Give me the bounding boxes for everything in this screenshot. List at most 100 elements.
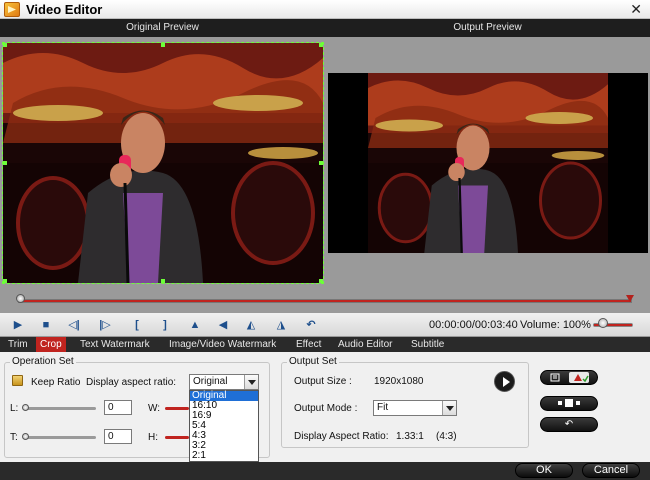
- tab-crop[interactable]: Crop: [36, 337, 66, 352]
- left-input[interactable]: 0: [104, 400, 132, 415]
- crop-handle-top[interactable]: [161, 43, 165, 47]
- center-icon: [558, 399, 580, 407]
- original-preview-label: Original Preview: [126, 22, 199, 33]
- operation-set-title: Operation Set: [10, 356, 76, 367]
- crop-handle-top-left[interactable]: [3, 43, 7, 47]
- output-video-frame: [368, 73, 608, 253]
- output-mode-select[interactable]: Fit: [373, 400, 457, 416]
- crop-handle-right[interactable]: [319, 161, 323, 165]
- top-slider-knob[interactable]: [22, 433, 29, 440]
- width-label: W:: [148, 403, 161, 414]
- timeline-progress: [19, 300, 631, 302]
- display-ratio-label: Display Aspect Ratio:: [294, 431, 389, 442]
- output-mode-value: Fit: [377, 402, 389, 413]
- tab-audio-editor[interactable]: Audio Editor: [334, 337, 396, 352]
- tab-image-video-watermark[interactable]: Image/Video Watermark: [165, 337, 280, 352]
- concert-output-image: [368, 73, 608, 253]
- mark-in-icon: [: [135, 319, 139, 331]
- output-set-title: Output Set: [287, 356, 339, 367]
- keep-ratio-lock-icon[interactable]: [12, 375, 23, 386]
- tab-trim[interactable]: Trim: [4, 337, 32, 352]
- timeline-track[interactable]: [18, 299, 632, 303]
- time-readout: 00:00:00/00:03:40: [429, 319, 518, 331]
- aspect-ratio-dropdown: Original 16:10 16:9 5:4 4:3 3:2 2:1: [189, 390, 259, 462]
- flip-vertical-button[interactable]: ▲: [186, 316, 204, 334]
- display-ratio-paren: (4:3): [436, 431, 457, 442]
- volume-label: Volume: 100%: [520, 319, 591, 331]
- prev-frame-button[interactable]: ◁|: [65, 316, 83, 334]
- top-slider[interactable]: [24, 436, 96, 439]
- flip-vertical-icon: ▲: [189, 319, 201, 331]
- editor-tabs: Trim Crop Text Watermark Image/Video Wat…: [0, 337, 650, 352]
- aspect-option[interactable]: 2:1: [190, 451, 258, 461]
- flip-horizontal-icon: ◀: [218, 319, 228, 331]
- top-label: T:: [10, 432, 18, 443]
- output-size-value: 1920x1080: [374, 376, 424, 387]
- reset-crop-button[interactable]: ↶: [540, 417, 598, 432]
- volume-value: 100%: [562, 319, 591, 331]
- next-frame-icon: |▷: [99, 319, 111, 331]
- left-slider[interactable]: [24, 407, 96, 410]
- keep-ratio-label: Keep Ratio: [31, 377, 81, 388]
- crop-handle-bottom-right[interactable]: [319, 279, 323, 283]
- title-bar: Video Editor ✕: [0, 0, 650, 19]
- app-icon: [4, 2, 20, 17]
- ok-button[interactable]: OK: [515, 463, 573, 478]
- aspect-ratio-select[interactable]: Original: [189, 374, 259, 390]
- stop-button[interactable]: ■: [37, 316, 55, 334]
- play-button[interactable]: ▶: [9, 316, 27, 334]
- left-slider-knob[interactable]: [22, 404, 29, 411]
- chevron-down-icon: [442, 401, 456, 415]
- left-label: L:: [10, 403, 19, 414]
- window-title: Video Editor: [26, 2, 103, 17]
- mark-out-icon: ]: [163, 319, 167, 331]
- playback-controls: 00:00:00/00:03:40 Volume: 100% ▶ ■ ◁| |▷ [] ▲…: [0, 313, 650, 337]
- flip-horizontal-button[interactable]: ◀: [214, 316, 232, 334]
- rotate-left-icon: ◭: [246, 319, 256, 331]
- playhead-handle[interactable]: [16, 294, 25, 303]
- rotate-right-icon: ◮: [276, 319, 286, 331]
- cancel-button[interactable]: Cancel: [582, 463, 640, 478]
- play-icon: ▶: [13, 319, 23, 331]
- crop-handle-bottom-left[interactable]: [3, 279, 7, 283]
- height-label: H:: [148, 432, 158, 443]
- crop-mode-toggle-button[interactable]: [540, 370, 598, 385]
- rotate-right-button[interactable]: ◮: [272, 316, 290, 334]
- dialog-footer: OK Cancel: [0, 462, 650, 480]
- undo-icon: ↶: [306, 319, 316, 331]
- close-icon[interactable]: ✕: [630, 0, 642, 18]
- original-preview[interactable]: [2, 42, 324, 284]
- tab-text-watermark[interactable]: Text Watermark: [76, 337, 154, 352]
- display-aspect-ratio-label: Display aspect ratio:: [86, 377, 177, 388]
- preview-header: Original Preview Output Preview: [0, 19, 650, 37]
- mark-out-button[interactable]: ]: [156, 316, 174, 334]
- prev-frame-icon: ◁|: [68, 319, 80, 331]
- output-mode-label: Output Mode :: [294, 403, 358, 414]
- crop-handle-bottom[interactable]: [161, 279, 165, 283]
- rotate-left-button[interactable]: ◭: [242, 316, 260, 334]
- tab-effect[interactable]: Effect: [292, 337, 325, 352]
- undo-icon: ↶: [564, 419, 574, 430]
- undo-button[interactable]: ↶: [302, 316, 320, 334]
- timeline: [0, 293, 650, 313]
- height-slider[interactable]: [165, 436, 189, 439]
- crop-handle-top-right[interactable]: [319, 43, 323, 47]
- aspect-ratio-value: Original: [193, 376, 228, 387]
- trim-end-marker[interactable]: [626, 295, 634, 302]
- tab-subtitle[interactable]: Subtitle: [407, 337, 448, 352]
- width-slider[interactable]: [165, 407, 189, 410]
- preview-area: [0, 37, 650, 293]
- crop-mode-icon: [550, 372, 589, 383]
- display-ratio-value: 1.33:1: [396, 431, 424, 442]
- mark-in-button[interactable]: [: [128, 316, 146, 334]
- stop-icon: ■: [42, 319, 50, 331]
- chevron-down-icon: [244, 375, 258, 389]
- next-frame-button[interactable]: |▷: [96, 316, 114, 334]
- center-crop-button[interactable]: [540, 396, 598, 411]
- concert-video-frame: [3, 43, 323, 283]
- volume-knob[interactable]: [598, 318, 608, 328]
- output-size-next-button[interactable]: [494, 371, 515, 392]
- top-input[interactable]: 0: [104, 429, 132, 444]
- output-preview: [328, 73, 648, 253]
- crop-handle-left[interactable]: [3, 161, 7, 165]
